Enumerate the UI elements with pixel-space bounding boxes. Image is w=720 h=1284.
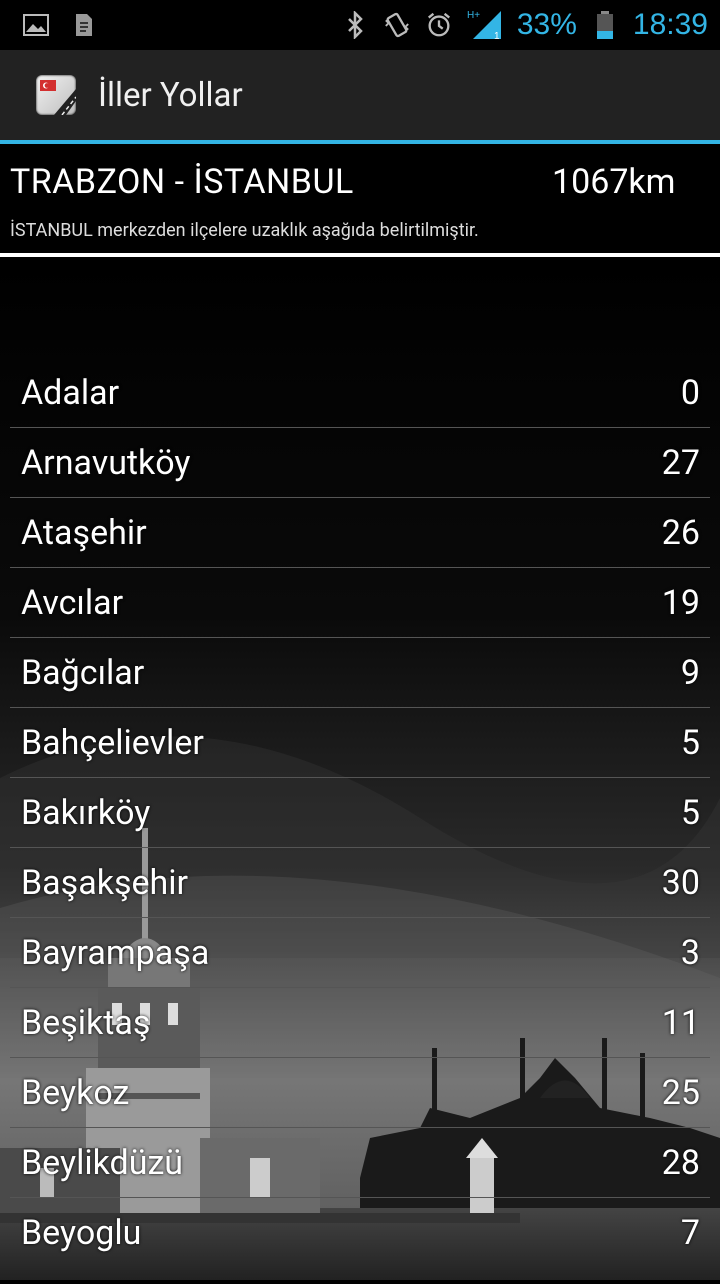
status-bar: H+ 1 33% 18:39 xyxy=(0,0,720,50)
image-icon xyxy=(22,11,50,39)
district-name: Başakşehir xyxy=(21,862,189,903)
district-distance: 3 xyxy=(680,932,700,973)
list-item[interactable]: Bahçelievler 5 xyxy=(10,708,710,778)
district-name: Bakırköy xyxy=(21,792,151,833)
list-item[interactable]: Adalar 0 xyxy=(10,358,710,428)
route-subtitle: İSTANBUL merkezden ilçelere uzaklık aşağ… xyxy=(10,220,479,241)
district-list: Adalar 0 Arnavutköy 27 Ataşehir 26 Avcıl… xyxy=(10,358,710,1268)
district-name: Avcılar xyxy=(21,582,124,623)
district-distance: 19 xyxy=(661,582,700,623)
list-item[interactable]: Avcılar 19 xyxy=(10,568,710,638)
app-logo-icon[interactable] xyxy=(36,75,76,115)
district-name: Beykoz xyxy=(21,1072,130,1113)
district-name: Arnavutköy xyxy=(21,442,191,483)
vibrate-icon xyxy=(383,11,411,39)
list-item[interactable]: Bayrampaşa 3 xyxy=(10,918,710,988)
district-distance: 7 xyxy=(680,1213,700,1253)
app-title: İller Yollar xyxy=(98,75,243,115)
district-distance: 26 xyxy=(661,512,700,553)
svg-text:H+: H+ xyxy=(467,10,480,21)
district-name: Bağcılar xyxy=(21,652,145,693)
district-distance: 9 xyxy=(680,652,700,693)
signal-icon: H+ 1 xyxy=(467,10,503,41)
route-distance: 1067km xyxy=(552,162,676,202)
list-item[interactable]: Beyoglu 7 xyxy=(10,1198,710,1268)
route-title: TRABZON - İSTANBUL xyxy=(10,162,354,202)
list-item[interactable]: Beylikdüzü 28 xyxy=(10,1128,710,1198)
district-name: Adalar xyxy=(21,372,120,413)
district-name: Bahçelievler xyxy=(21,722,204,763)
district-name: Beşiktaş xyxy=(21,1002,151,1043)
district-distance: 0 xyxy=(680,372,700,413)
list-item[interactable]: Başakşehir 30 xyxy=(10,848,710,918)
district-name: Bayrampaşa xyxy=(21,932,210,973)
bluetooth-icon xyxy=(341,11,369,39)
district-distance: 25 xyxy=(661,1072,700,1113)
list-item[interactable]: Beykoz 25 xyxy=(10,1058,710,1128)
alarm-icon xyxy=(425,11,453,39)
district-name: Ataşehir xyxy=(21,512,147,553)
district-distance: 27 xyxy=(661,442,700,483)
route-header: TRABZON - İSTANBUL 1067km İSTANBUL merke… xyxy=(0,144,720,258)
district-distance: 28 xyxy=(661,1142,700,1183)
district-name: Beylikdüzü xyxy=(21,1142,184,1183)
header-divider xyxy=(0,253,720,257)
list-item[interactable]: Bağcılar 9 xyxy=(10,638,710,708)
district-distance: 11 xyxy=(661,1002,700,1043)
file-icon xyxy=(70,11,98,39)
battery-percent: 33% xyxy=(516,8,577,41)
district-distance: 30 xyxy=(661,862,700,903)
clock: 18:39 xyxy=(632,8,708,41)
battery-icon xyxy=(591,11,619,39)
district-name: Beyoglu xyxy=(21,1213,142,1253)
svg-text:1: 1 xyxy=(494,31,500,41)
list-item[interactable]: Ataşehir 26 xyxy=(10,498,710,568)
district-distance: 5 xyxy=(680,722,700,763)
district-distance: 5 xyxy=(680,792,700,833)
list-item[interactable]: Beşiktaş 11 xyxy=(10,988,710,1058)
action-bar: İller Yollar xyxy=(0,50,720,144)
list-item[interactable]: Arnavutköy 27 xyxy=(10,428,710,498)
list-item[interactable]: Bakırköy 5 xyxy=(10,778,710,848)
